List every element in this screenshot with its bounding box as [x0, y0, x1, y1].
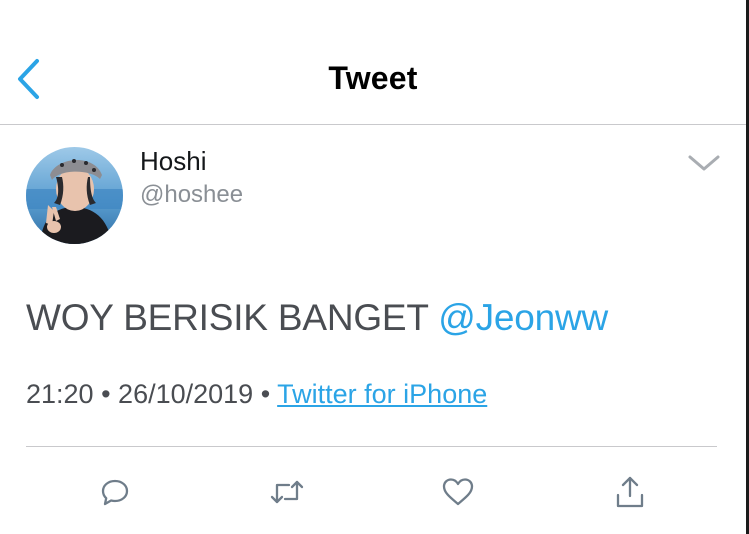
divider: [26, 446, 717, 447]
retweet-button[interactable]: [265, 470, 309, 514]
like-icon: [442, 478, 474, 506]
reply-button[interactable]: [93, 470, 137, 514]
share-icon: [616, 476, 644, 508]
tweet-text: WOY BERISIK BANGET: [26, 297, 439, 338]
tweet-source-link[interactable]: Twitter for iPhone: [277, 379, 487, 409]
page-title: Tweet: [328, 60, 418, 96]
meta-separator: •: [253, 379, 278, 409]
profile-photo: [26, 147, 123, 244]
chevron-down-icon: [688, 155, 720, 171]
tweet-date: 26/10/2019: [118, 379, 254, 409]
author-display-name[interactable]: Hoshi: [140, 146, 206, 177]
avatar[interactable]: [26, 147, 123, 244]
navigation-bar: Tweet: [0, 0, 746, 125]
reply-icon: [101, 479, 129, 506]
author-handle[interactable]: @hoshee: [140, 181, 243, 209]
retweet-icon: [270, 480, 304, 504]
like-button[interactable]: [436, 470, 480, 514]
mention-link[interactable]: @Jeonww: [438, 297, 608, 338]
meta-separator: •: [93, 379, 119, 409]
tweet-menu-button[interactable]: [684, 148, 724, 178]
tweet-body: WOY BERISIK BANGET @Jeonww: [26, 297, 608, 339]
tweet-time: 21:20: [26, 379, 94, 409]
share-button[interactable]: [608, 470, 652, 514]
tweet-metadata: 21:20 • 26/10/2019 • Twitter for iPhone: [26, 379, 487, 410]
